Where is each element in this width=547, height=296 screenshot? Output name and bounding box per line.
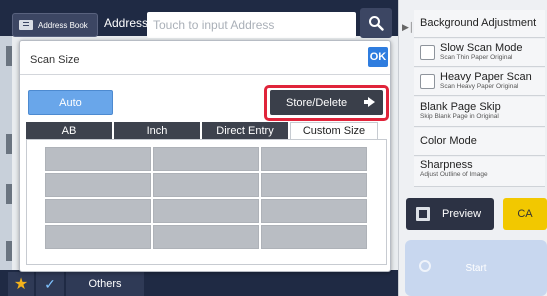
auto-label: Auto [59, 96, 82, 109]
check-button[interactable]: ✓ [36, 272, 64, 296]
slow-scan-label: Slow Scan Mode [440, 42, 523, 54]
preview-label: Preview [442, 208, 482, 220]
address-book-button[interactable]: Address Book [12, 13, 98, 37]
custom-size-slot[interactable] [261, 225, 367, 249]
custom-size-panel [26, 139, 387, 265]
check-icon: ✓ [44, 275, 56, 292]
address-bar: Address Book Address Touch to input Addr… [0, 0, 398, 38]
copier-screen: Address Book Address Touch to input Addr… [0, 0, 547, 296]
tab-custom-size[interactable]: Custom Size [290, 122, 378, 139]
start-icon [419, 260, 431, 272]
search-icon [369, 16, 384, 31]
background-adjustment-button[interactable]: Background Adjustment [414, 10, 545, 38]
slow-scan-checkbox[interactable] [420, 45, 435, 60]
store-delete-highlight [264, 85, 389, 121]
heavy-paper-sub: Scan Heavy Paper Original [440, 83, 519, 90]
custom-size-slot[interactable] [45, 147, 151, 171]
start-label: Start [465, 262, 487, 274]
custom-size-slot[interactable] [153, 225, 259, 249]
sharpness-sub: Adjust Outline of Image [420, 171, 488, 178]
blank-page-skip-label: Blank Page Skip [420, 101, 501, 113]
star-icon: ★ [13, 276, 29, 293]
collapse-arrow-icon[interactable]: ▶│ [402, 22, 415, 33]
others-label: Others [88, 278, 122, 290]
preview-button[interactable]: Preview [406, 198, 494, 230]
dialog-title: Scan Size [30, 54, 80, 66]
tab-direct-entry[interactable]: Direct Entry [202, 122, 288, 139]
address-label: Address [104, 16, 149, 30]
heavy-paper-label: Heavy Paper Scan [440, 71, 532, 83]
scan-size-dialog: Scan Size OK Auto Store/Delete AB Inch D… [19, 40, 391, 272]
heavy-paper-scan-button[interactable]: Heavy Paper Scan Scan Heavy Paper Origin… [414, 68, 545, 96]
edge-tick [6, 241, 12, 261]
edge-tick [6, 134, 12, 154]
custom-size-slot[interactable] [261, 147, 367, 171]
custom-size-slot[interactable] [153, 199, 259, 223]
slow-scan-sub: Scan Thin Paper Original [440, 54, 513, 61]
slow-scan-mode-button[interactable]: Slow Scan Mode Scan Thin Paper Original [414, 39, 545, 67]
address-book-icon [19, 20, 33, 30]
auto-button[interactable]: Auto [28, 90, 113, 115]
custom-size-grid [45, 147, 367, 255]
sharpness-label: Sharpness [420, 159, 473, 171]
heavy-paper-checkbox[interactable] [420, 74, 435, 89]
custom-size-slot[interactable] [261, 199, 367, 223]
start-button[interactable]: Start [405, 240, 547, 296]
custom-size-slot[interactable] [45, 173, 151, 197]
favorites-button[interactable]: ★ [8, 272, 34, 296]
ca-button[interactable]: CA [503, 198, 547, 230]
dialog-divider [20, 74, 390, 75]
size-tabs: AB Inch Direct Entry Custom Size [26, 122, 382, 139]
sharpness-button[interactable]: Sharpness Adjust Outline of Image [414, 157, 545, 187]
others-button[interactable]: Others [66, 272, 144, 296]
tab-ab[interactable]: AB [26, 122, 112, 139]
color-mode-button[interactable]: Color Mode [414, 128, 545, 156]
edge-tick [6, 46, 12, 66]
address-input[interactable]: Touch to input Address [147, 12, 356, 38]
edge-tick [6, 184, 12, 204]
ca-label: CA [517, 208, 533, 220]
preview-icon [416, 207, 430, 221]
background-adjustment-label: Background Adjustment [420, 17, 537, 29]
custom-size-slot[interactable] [45, 199, 151, 223]
ok-label: OK [369, 51, 387, 63]
ok-button[interactable]: OK [368, 47, 388, 67]
custom-size-slot[interactable] [153, 147, 259, 171]
tab-inch[interactable]: Inch [114, 122, 200, 139]
custom-size-slot[interactable] [261, 173, 367, 197]
custom-size-slot[interactable] [45, 225, 151, 249]
search-button[interactable] [360, 8, 392, 38]
custom-size-slot[interactable] [153, 173, 259, 197]
background-panel-edge [0, 36, 12, 286]
color-mode-label: Color Mode [420, 135, 477, 147]
address-book-label: Address Book [38, 20, 88, 30]
blank-page-skip-button[interactable]: Blank Page Skip Skip Blank Page in Origi… [414, 97, 545, 127]
blank-page-skip-sub: Skip Blank Page in Original [420, 113, 499, 120]
